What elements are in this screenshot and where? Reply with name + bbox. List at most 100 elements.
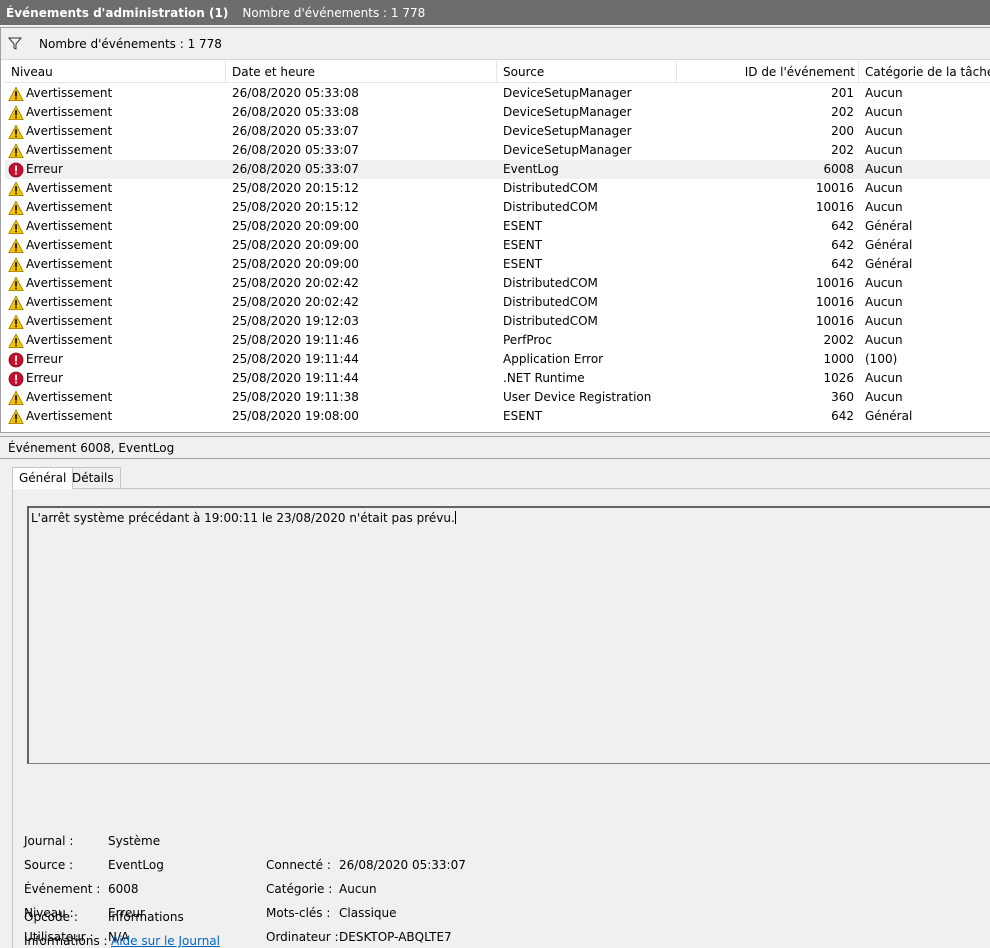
table-row[interactable]: Avertissement 26/08/2020 05:33:07 DeviceSe… bbox=[5, 122, 990, 141]
level-cell: Avertissement bbox=[8, 274, 224, 293]
tab-details[interactable]: Détails bbox=[65, 467, 121, 489]
table-row[interactable]: Avertissement 25/08/2020 19:11:38 User Dev… bbox=[5, 388, 990, 407]
warning-icon bbox=[8, 295, 24, 311]
source-cell: DistributedCOM bbox=[503, 181, 598, 195]
event-id-cell: 10016 bbox=[815, 314, 854, 328]
source-cell: DeviceSetupManager bbox=[503, 124, 632, 138]
level-cell: Avertissement bbox=[8, 103, 224, 122]
level-text: Erreur bbox=[26, 371, 63, 385]
table-row[interactable]: Avertissement 25/08/2020 19:12:03 Distribu… bbox=[5, 312, 990, 331]
level-cell: Erreur bbox=[8, 350, 224, 369]
warning-icon bbox=[8, 200, 24, 216]
warning-icon bbox=[8, 390, 24, 406]
error-icon bbox=[8, 162, 24, 178]
category-cell: Aucun bbox=[865, 162, 903, 176]
date-cell: 26/08/2020 05:33:08 bbox=[232, 105, 359, 119]
source-cell: User Device Registration bbox=[503, 390, 652, 404]
events-list-pane: Nombre d'événements : 1 778 Niveau Date … bbox=[0, 27, 990, 433]
source-cell: DeviceSetupManager bbox=[503, 143, 632, 157]
source-cell: EventLog bbox=[503, 162, 559, 176]
event-label: Événement : bbox=[24, 882, 101, 896]
source-cell: ESENT bbox=[503, 409, 543, 423]
warning-icon bbox=[8, 143, 24, 159]
source-cell: DeviceSetupManager bbox=[503, 105, 632, 119]
grid-rows: Avertissement 26/08/2020 05:33:08 DeviceSe… bbox=[5, 84, 990, 426]
opcode-value: Informations bbox=[108, 910, 184, 924]
level-cell: Avertissement bbox=[8, 388, 224, 407]
level-text: Avertissement bbox=[26, 124, 113, 138]
warning-icon bbox=[8, 409, 24, 425]
level-text: Avertissement bbox=[26, 200, 113, 214]
general-tab-panel: L'arrêt système précédant à 19:00:11 le … bbox=[12, 488, 990, 948]
warning-icon bbox=[8, 219, 24, 235]
table-row[interactable]: Erreur 26/08/2020 05:33:07 EventLog 6008 Auc… bbox=[5, 160, 990, 179]
keywords-label: Mots-clés : bbox=[266, 906, 331, 920]
level-cell: Avertissement bbox=[8, 293, 224, 312]
filter-icon[interactable] bbox=[7, 36, 23, 52]
event-id-cell: 1026 bbox=[823, 371, 854, 385]
level-text: Avertissement bbox=[26, 295, 113, 309]
table-row[interactable]: Avertissement 25/08/2020 20:15:12 Distribu… bbox=[5, 198, 990, 217]
logged-label: Connecté : bbox=[266, 858, 331, 872]
source-value: EventLog bbox=[108, 858, 164, 872]
level-text: Avertissement bbox=[26, 409, 113, 423]
source-cell: DistributedCOM bbox=[503, 276, 598, 290]
table-row[interactable]: Avertissement 25/08/2020 20:09:00 ESENT 642… bbox=[5, 236, 990, 255]
column-header-source[interactable]: Source bbox=[497, 61, 677, 83]
column-header-category[interactable]: Catégorie de la tâche bbox=[859, 61, 990, 83]
table-row[interactable]: Avertissement 25/08/2020 19:08:00 ESENT 642… bbox=[5, 407, 990, 426]
journal-value: Système bbox=[108, 834, 161, 848]
table-row[interactable]: Avertissement 25/08/2020 20:02:42 Distribu… bbox=[5, 293, 990, 312]
level-text: Erreur bbox=[26, 352, 63, 366]
category-cell: Aucun bbox=[865, 276, 903, 290]
filter-bar: Nombre d'événements : 1 778 bbox=[1, 28, 990, 60]
level-cell: Avertissement bbox=[8, 84, 224, 103]
level-cell: Avertissement bbox=[8, 407, 224, 426]
column-header-level[interactable]: Niveau bbox=[5, 61, 226, 83]
date-cell: 25/08/2020 20:02:42 bbox=[232, 276, 359, 290]
date-cell: 25/08/2020 19:12:03 bbox=[232, 314, 359, 328]
category-cell: Général bbox=[865, 219, 913, 233]
level-text: Avertissement bbox=[26, 105, 113, 119]
date-cell: 25/08/2020 20:15:12 bbox=[232, 200, 359, 214]
table-row[interactable]: Erreur 25/08/2020 19:11:44 Application Err… bbox=[5, 350, 990, 369]
table-row[interactable]: Avertissement 25/08/2020 20:02:42 Distribu… bbox=[5, 274, 990, 293]
tab-general[interactable]: Général bbox=[12, 467, 74, 489]
event-id-cell: 10016 bbox=[815, 295, 854, 309]
event-value: 6008 bbox=[108, 882, 139, 896]
table-row[interactable]: Erreur 25/08/2020 19:11:44 .NET Runtime 102… bbox=[5, 369, 990, 388]
date-cell: 26/08/2020 05:33:07 bbox=[232, 162, 359, 176]
source-label: Source : bbox=[24, 858, 74, 872]
logged-value: 26/08/2020 05:33:07 bbox=[339, 858, 466, 872]
source-cell: DistributedCOM bbox=[503, 200, 598, 214]
level-cell: Erreur bbox=[8, 160, 224, 179]
category-cell: Aucun bbox=[865, 295, 903, 309]
events-grid: Niveau Date et heure Source ID de l'évén… bbox=[5, 61, 990, 432]
source-cell: DistributedCOM bbox=[503, 295, 598, 309]
table-row[interactable]: Avertissement 25/08/2020 20:09:00 ESENT 642… bbox=[5, 217, 990, 236]
source-cell: ESENT bbox=[503, 257, 543, 271]
level-cell: Avertissement bbox=[8, 217, 224, 236]
level-text: Avertissement bbox=[26, 143, 113, 157]
date-cell: 25/08/2020 20:09:00 bbox=[232, 219, 359, 233]
level-cell: Avertissement bbox=[8, 331, 224, 350]
column-header-date[interactable]: Date et heure bbox=[226, 61, 497, 83]
date-cell: 25/08/2020 19:11:44 bbox=[232, 352, 359, 366]
table-row[interactable]: Avertissement 26/08/2020 05:33:08 DeviceSe… bbox=[5, 103, 990, 122]
warning-icon bbox=[8, 257, 24, 273]
table-row[interactable]: Avertissement 26/08/2020 05:33:08 DeviceSe… bbox=[5, 84, 990, 103]
date-cell: 25/08/2020 19:11:38 bbox=[232, 390, 359, 404]
event-description-box[interactable]: L'arrêt système précédant à 19:00:11 le … bbox=[27, 506, 990, 764]
table-row[interactable]: Avertissement 25/08/2020 20:09:00 ESENT 642… bbox=[5, 255, 990, 274]
table-row[interactable]: Avertissement 26/08/2020 05:33:07 DeviceSe… bbox=[5, 141, 990, 160]
category-cell: Aucun bbox=[865, 333, 903, 347]
event-id-cell: 642 bbox=[831, 238, 854, 252]
level-cell: Avertissement bbox=[8, 312, 224, 331]
table-row[interactable]: Avertissement 25/08/2020 19:11:46 PerfProc… bbox=[5, 331, 990, 350]
table-row[interactable]: Avertissement 25/08/2020 20:15:12 Distribu… bbox=[5, 179, 990, 198]
warning-icon bbox=[8, 314, 24, 330]
category-cell: Aucun bbox=[865, 371, 903, 385]
column-header-event-id[interactable]: ID de l'événement bbox=[677, 61, 859, 83]
journal-help-link[interactable]: Aide sur le Journal bbox=[111, 933, 220, 948]
detail-title: Événement 6008, EventLog bbox=[0, 437, 990, 459]
